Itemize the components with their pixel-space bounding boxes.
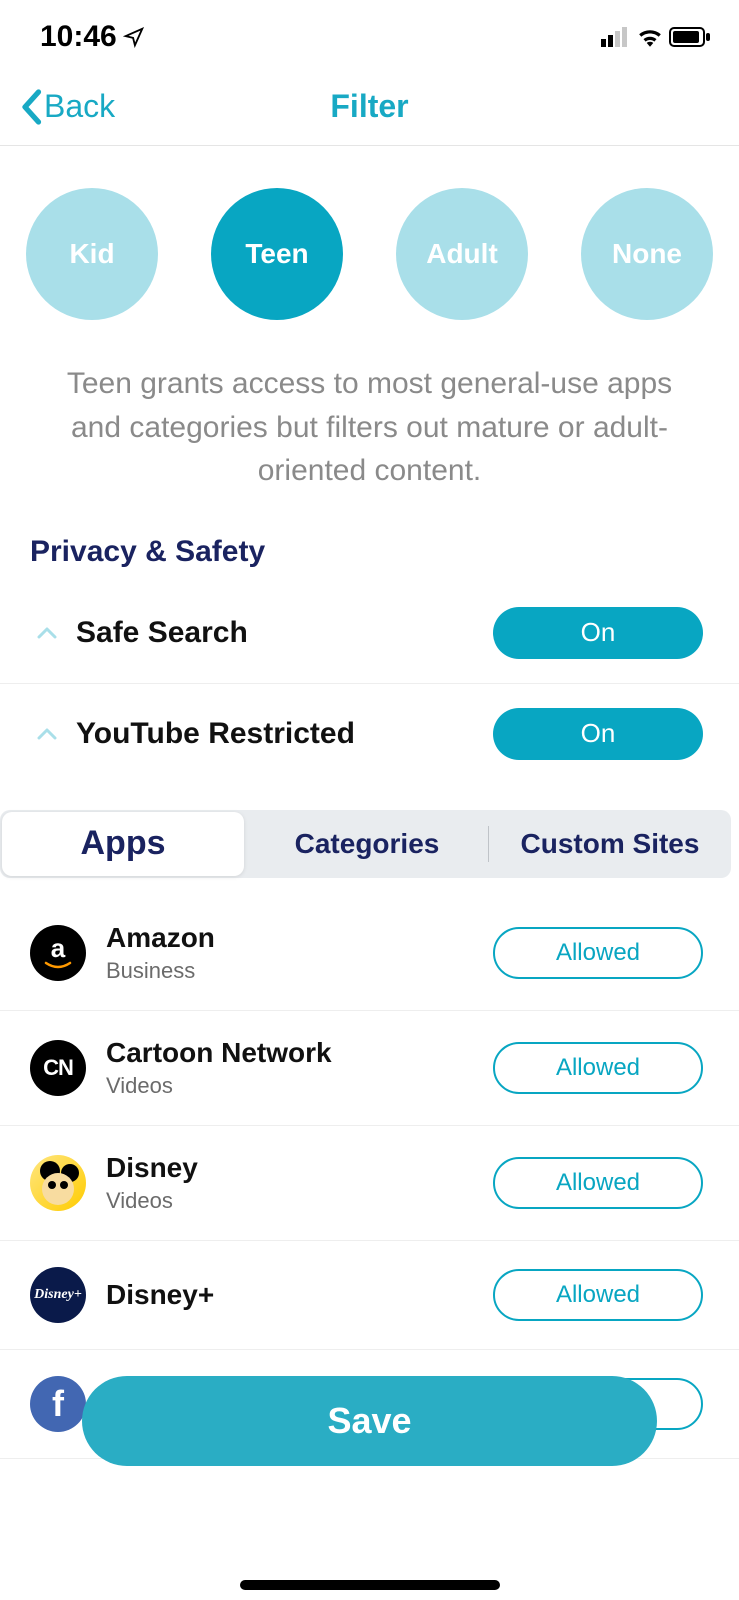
- disney-plus-icon: Disney+: [30, 1267, 86, 1323]
- status-indicators: [601, 27, 711, 47]
- chevron-left-icon: [20, 89, 42, 125]
- setting-youtube-restricted: YouTube Restricted On: [0, 684, 739, 784]
- app-name: Amazon: [106, 922, 473, 954]
- location-arrow-icon: [123, 26, 145, 48]
- app-category: Videos: [106, 1073, 473, 1099]
- app-row-cartoon-network: CN Cartoon Network Videos Allowed: [0, 1011, 739, 1126]
- tab-custom-sites[interactable]: Custom Sites: [489, 812, 731, 876]
- wifi-icon: [637, 27, 663, 47]
- app-category: Business: [106, 958, 473, 984]
- app-status-button[interactable]: Allowed: [493, 1042, 703, 1094]
- cellular-signal-icon: [601, 27, 631, 47]
- disney-icon: [30, 1155, 86, 1211]
- content-tabs: Apps Categories Custom Sites: [0, 810, 731, 878]
- app-status-button[interactable]: Allowed: [493, 1269, 703, 1321]
- filter-level-description: Teen grants access to most general-use a…: [0, 350, 739, 529]
- page-title: Filter: [330, 88, 408, 125]
- app-row-disney: Disney Videos Allowed: [0, 1126, 739, 1241]
- chevron-up-icon[interactable]: [36, 622, 58, 644]
- filter-level-adult[interactable]: Adult: [396, 188, 528, 320]
- save-button[interactable]: Save: [82, 1376, 657, 1466]
- app-name: Cartoon Network: [106, 1037, 473, 1069]
- setting-safe-search: Safe Search On: [0, 583, 739, 684]
- app-info: Disney Videos: [106, 1152, 473, 1214]
- status-time: 10:46: [40, 20, 145, 54]
- back-button[interactable]: Back: [20, 88, 115, 125]
- app-list: a Amazon Business Allowed CN Cartoon Net…: [0, 896, 739, 1459]
- app-info: Amazon Business: [106, 922, 473, 984]
- battery-icon: [669, 27, 711, 47]
- app-status-button[interactable]: Allowed: [493, 927, 703, 979]
- safe-search-toggle[interactable]: On: [493, 607, 703, 659]
- status-bar: 10:46: [0, 0, 739, 70]
- youtube-restricted-label: YouTube Restricted: [76, 717, 475, 751]
- app-name: Disney: [106, 1152, 473, 1184]
- chevron-up-icon[interactable]: [36, 723, 58, 745]
- app-row-disney-plus: Disney+ Disney+ Allowed: [0, 1241, 739, 1350]
- tab-categories[interactable]: Categories: [246, 812, 488, 876]
- filter-level-kid[interactable]: Kid: [26, 188, 158, 320]
- app-category: Videos: [106, 1188, 473, 1214]
- safe-search-label: Safe Search: [76, 616, 475, 650]
- app-info: Cartoon Network Videos: [106, 1037, 473, 1099]
- back-label: Back: [44, 88, 115, 125]
- app-status-button[interactable]: Allowed: [493, 1157, 703, 1209]
- svg-text:a: a: [51, 933, 66, 963]
- filter-level-none[interactable]: None: [581, 188, 713, 320]
- nav-bar: Back Filter: [0, 70, 739, 146]
- youtube-restricted-toggle[interactable]: On: [493, 708, 703, 760]
- tab-apps[interactable]: Apps: [2, 812, 244, 876]
- amazon-icon: a: [30, 925, 86, 981]
- filter-level-teen[interactable]: Teen: [211, 188, 343, 320]
- cartoon-network-icon: CN: [30, 1040, 86, 1096]
- home-indicator[interactable]: [240, 1580, 500, 1590]
- app-name: Disney+: [106, 1279, 473, 1311]
- privacy-safety-heading: Privacy & Safety: [0, 529, 739, 583]
- facebook-icon: f: [30, 1376, 86, 1432]
- clock-text: 10:46: [40, 20, 117, 54]
- app-info: Disney+: [106, 1279, 473, 1311]
- app-row-amazon: a Amazon Business Allowed: [0, 896, 739, 1011]
- filter-level-selector: Kid Teen Adult None: [0, 146, 739, 350]
